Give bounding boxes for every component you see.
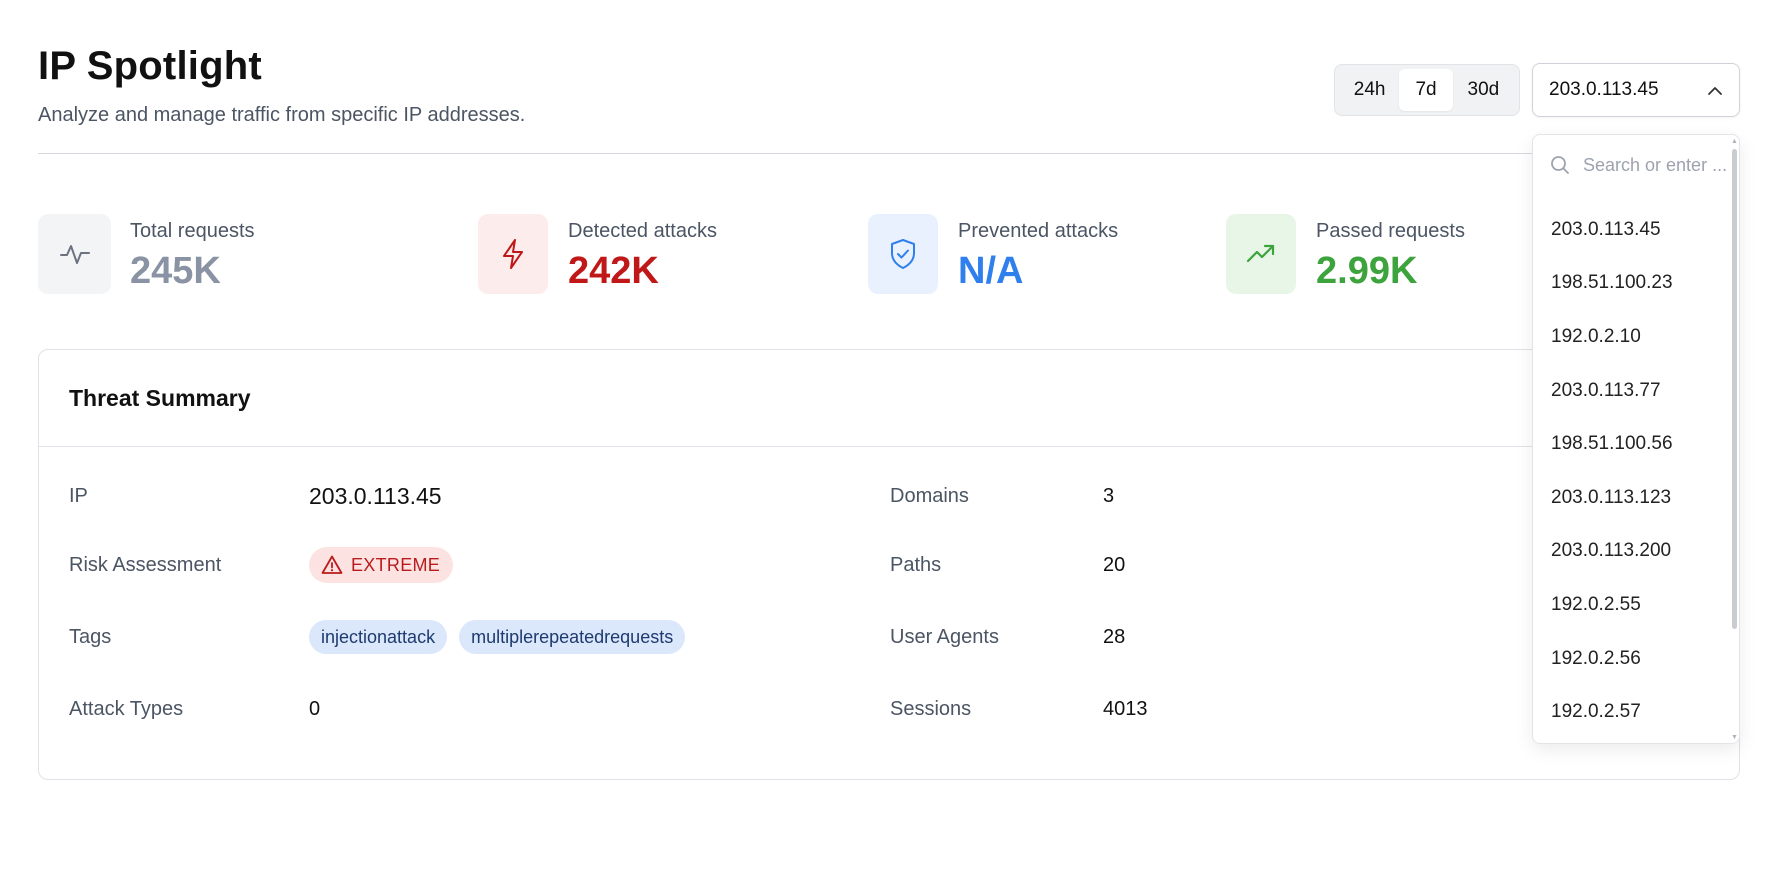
chevron-up-icon	[1708, 87, 1722, 95]
ip-value: 203.0.113.45	[309, 482, 442, 509]
ip-label: IP	[69, 484, 88, 507]
scroll-down-arrow-icon[interactable]: ▼	[1731, 734, 1738, 741]
lightning-icon	[478, 214, 548, 294]
stat-passed-requests: Passed requests 2.99K	[1226, 214, 1516, 296]
row-ip: IP 203.0.113.45	[69, 476, 442, 516]
stat-prevented-attacks: Prevented attacks N/A	[868, 214, 1198, 296]
row-tags: Tags injectionattack multiplerepeatedreq…	[69, 617, 697, 657]
ip-select[interactable]: 203.0.113.45	[1532, 63, 1740, 117]
row-sessions: Sessions 4013	[890, 689, 1148, 729]
warning-icon	[321, 555, 343, 574]
stat-label: Total requests	[130, 220, 255, 242]
page-subtitle: Analyze and manage traffic from specific…	[38, 104, 526, 126]
row-paths: Paths 20	[890, 545, 1125, 585]
dropdown-scrollbar[interactable]	[1732, 149, 1737, 629]
attack-types-label: Attack Types	[69, 697, 184, 720]
range-7d-button[interactable]: 7d	[1399, 69, 1453, 111]
risk-badge: EXTREME	[309, 547, 454, 583]
stat-value: 242K	[568, 250, 659, 292]
trending-up-icon	[1226, 214, 1296, 294]
card-title: Threat Summary	[69, 384, 251, 411]
time-range-selector: 24h 7d 30d	[1334, 64, 1520, 116]
range-24h-button[interactable]: 24h	[1340, 69, 1399, 111]
row-domains: Domains 3	[890, 476, 1114, 516]
stat-value: N/A	[958, 250, 1024, 292]
ip-dropdown: 203.0.113.45 198.51.100.23 192.0.2.10 20…	[1532, 134, 1740, 744]
card-header: Threat Summary	[39, 350, 1739, 447]
ip-option[interactable]: 203.0.113.45	[1533, 203, 1739, 257]
stat-detected-attacks: Detected attacks 242K	[478, 214, 858, 296]
search-icon	[1551, 156, 1569, 174]
paths-value: 20	[1103, 553, 1126, 576]
sessions-value: 4013	[1103, 697, 1148, 720]
risk-label: Risk Assessment	[69, 553, 222, 576]
ip-option[interactable]: 198.51.100.56	[1533, 417, 1739, 471]
activity-icon	[38, 214, 111, 294]
ip-options-list: 203.0.113.45 198.51.100.23 192.0.2.10 20…	[1533, 203, 1739, 739]
risk-badge-label: EXTREME	[351, 554, 441, 575]
sessions-label: Sessions	[890, 697, 972, 720]
paths-label: Paths	[890, 553, 942, 576]
stat-total-requests: Total requests 245K	[38, 214, 418, 296]
stat-label: Detected attacks	[568, 220, 717, 242]
ip-option[interactable]: 192.0.2.10	[1533, 310, 1739, 364]
attack-types-value: 0	[309, 697, 321, 720]
user-agents-label: User Agents	[890, 625, 999, 648]
ip-option[interactable]: 203.0.113.77	[1533, 364, 1739, 418]
ip-option[interactable]: 192.0.2.57	[1533, 685, 1739, 739]
stat-label: Passed requests	[1316, 220, 1465, 242]
stat-value: 245K	[130, 250, 221, 292]
shield-check-icon	[868, 214, 938, 294]
row-attack-types: Attack Types 0	[69, 689, 320, 729]
domains-label: Domains	[890, 484, 969, 507]
stat-label: Prevented attacks	[958, 220, 1119, 242]
ip-option[interactable]: 198.51.100.23	[1533, 257, 1739, 311]
tags-label: Tags	[69, 625, 112, 648]
ip-search-input[interactable]	[1583, 154, 1733, 176]
ip-select-value: 203.0.113.45	[1549, 79, 1659, 100]
ip-option[interactable]: 203.0.113.200	[1533, 525, 1739, 579]
stat-value: 2.99K	[1316, 250, 1418, 292]
ip-option[interactable]: 192.0.2.56	[1533, 632, 1739, 686]
dropdown-search	[1533, 135, 1739, 195]
row-user-agents: User Agents 28	[890, 617, 1125, 657]
domains-value: 3	[1103, 484, 1115, 507]
row-risk: Risk Assessment EXTREME	[69, 545, 454, 585]
page-title: IP Spotlight	[38, 44, 262, 88]
user-agents-value: 28	[1103, 625, 1126, 648]
scroll-up-arrow-icon[interactable]: ▲	[1731, 138, 1738, 145]
tag-chip: multiplerepeatedrequests	[459, 620, 686, 654]
threat-summary-card: Threat Summary IP 203.0.113.45 Risk Asse…	[38, 349, 1740, 780]
tag-chip: injectionattack	[309, 620, 448, 654]
ip-option[interactable]: 192.0.2.55	[1533, 578, 1739, 632]
range-30d-button[interactable]: 30d	[1453, 69, 1514, 111]
ip-option[interactable]: 203.0.113.123	[1533, 471, 1739, 525]
